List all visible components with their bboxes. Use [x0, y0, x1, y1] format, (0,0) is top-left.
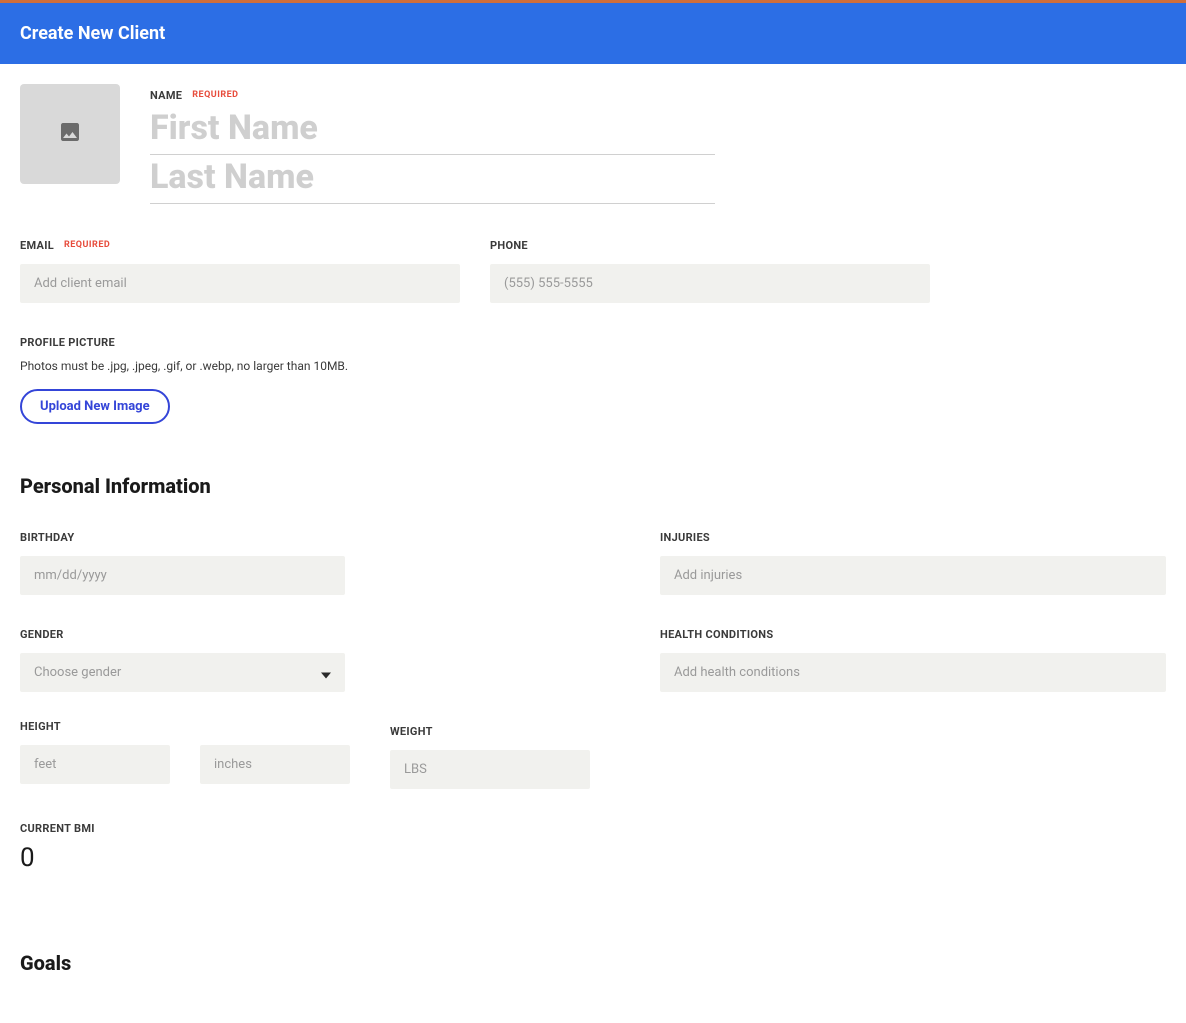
main-content: NAME REQUIRED EMAIL REQUIRED PHONE PROFI… — [0, 64, 1186, 1023]
injuries-label: INJURIES — [660, 531, 710, 544]
email-label: EMAIL — [20, 239, 54, 252]
name-label: NAME — [150, 89, 182, 102]
injuries-input[interactable] — [660, 556, 1166, 595]
birthday-field-group: BIRTHDAY — [20, 526, 345, 595]
email-required-badge: REQUIRED — [64, 240, 110, 250]
height-field-group: HEIGHT — [20, 720, 350, 789]
personal-right-column: INJURIES HEALTH CONDITIONS — [660, 526, 1166, 901]
height-feet-input[interactable] — [20, 745, 170, 784]
health-conditions-input[interactable] — [660, 653, 1166, 692]
name-fields: NAME REQUIRED — [150, 84, 715, 204]
email-field-group: EMAIL REQUIRED — [20, 234, 460, 303]
first-name-input[interactable] — [150, 106, 715, 155]
injuries-field-group: INJURIES — [660, 526, 1166, 595]
profile-picture-helper: Photos must be .jpg, .jpeg, .gif, or .we… — [20, 359, 1166, 373]
profile-picture-label: PROFILE PICTURE — [20, 336, 115, 349]
personal-info-heading: Personal Information — [20, 474, 1166, 498]
name-section: NAME REQUIRED — [20, 84, 1166, 204]
email-input[interactable] — [20, 264, 460, 303]
avatar-placeholder[interactable] — [20, 84, 120, 184]
image-icon — [58, 120, 82, 148]
last-name-input[interactable] — [150, 155, 715, 204]
email-phone-row: EMAIL REQUIRED PHONE — [20, 234, 1166, 303]
phone-field-group: PHONE — [490, 234, 930, 303]
birthday-input[interactable] — [20, 556, 345, 595]
phone-input[interactable] — [490, 264, 930, 303]
profile-picture-section: PROFILE PICTURE Photos must be .jpg, .jp… — [20, 331, 1166, 424]
personal-info-grid: BIRTHDAY GENDER Choose gender HEIG — [20, 526, 1166, 901]
phone-label: PHONE — [490, 239, 528, 252]
bmi-field-group: CURRENT BMI 0 — [20, 817, 590, 873]
gender-select-wrapper: Choose gender — [20, 653, 345, 692]
weight-label: WEIGHT — [390, 725, 433, 738]
weight-input[interactable] — [390, 750, 590, 789]
upload-image-button[interactable]: Upload New Image — [20, 389, 170, 424]
weight-field-group: WEIGHT — [390, 720, 590, 789]
page-title: Create New Client — [20, 23, 1166, 44]
health-conditions-label: HEALTH CONDITIONS — [660, 628, 773, 641]
gender-label: GENDER — [20, 628, 64, 641]
personal-left-column: BIRTHDAY GENDER Choose gender HEIG — [20, 526, 590, 901]
page-header: Create New Client — [0, 3, 1186, 64]
height-inches-input[interactable] — [200, 745, 350, 784]
bmi-value: 0 — [20, 843, 590, 873]
goals-heading: Goals — [20, 951, 1166, 975]
height-weight-row: HEIGHT WEIGHT — [20, 720, 590, 789]
height-label: HEIGHT — [20, 720, 350, 733]
name-required-badge: REQUIRED — [192, 90, 238, 100]
birthday-label: BIRTHDAY — [20, 531, 74, 544]
gender-select[interactable]: Choose gender — [20, 653, 345, 692]
gender-field-group: GENDER Choose gender — [20, 623, 345, 692]
health-conditions-field-group: HEALTH CONDITIONS — [660, 623, 1166, 692]
name-label-row: NAME REQUIRED — [150, 84, 715, 106]
bmi-label: CURRENT BMI — [20, 822, 95, 835]
